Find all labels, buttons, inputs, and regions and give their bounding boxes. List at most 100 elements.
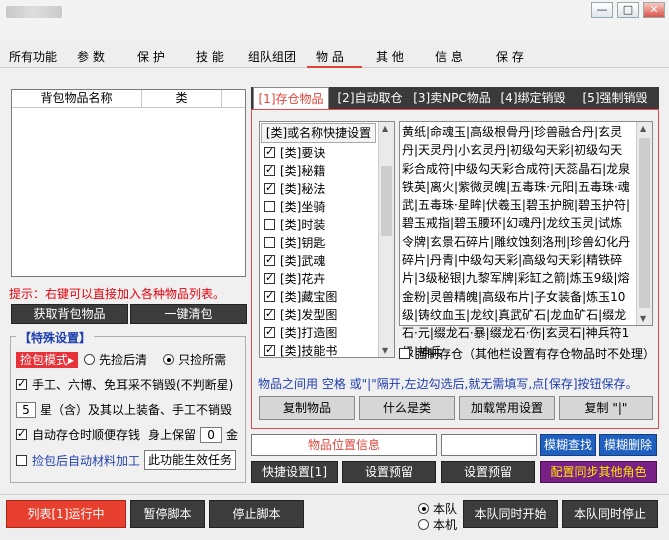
menu-item-skills[interactable]: 技 能 (196, 48, 224, 65)
fuzzy-find-button[interactable]: 模糊查找 (540, 434, 596, 456)
category-item[interactable]: [类]发型图 (260, 305, 394, 323)
category-label: [类]打造图 (280, 325, 338, 340)
category-item[interactable]: [类]钥匙 (260, 233, 394, 251)
category-checkbox[interactable] (264, 271, 275, 284)
stop-script-button[interactable]: 停止脚本 (209, 500, 304, 528)
fuzzy-delete-button[interactable]: 模糊删除 (599, 434, 657, 456)
copy-items-button[interactable]: 复制物品 (259, 396, 355, 420)
run-list-button[interactable]: 列表[1]运行中 (6, 500, 126, 528)
category-checklist[interactable]: [类]或名称快捷设置 [类]要诀 [类]秘籍 [类]秘法 [类]坐骑 [类]时装 [类]钥… (259, 121, 395, 358)
menu-item-info[interactable]: 信 息 (435, 48, 463, 65)
menu-item-protect[interactable]: 保 护 (137, 48, 165, 65)
category-item[interactable]: [类]武魂 (260, 251, 394, 269)
category-checkbox[interactable] (264, 200, 275, 212)
category-item[interactable]: [类]秘法 (260, 179, 394, 197)
bag-items-list[interactable]: 背包物品名称 类 (11, 89, 246, 277)
star-level-label: 星（含）及其以上装备、手工不销毁 (40, 403, 233, 417)
category-checkbox[interactable] (264, 236, 275, 248)
what-is-category-button[interactable]: 什么是类 (359, 396, 455, 420)
force-store-checkbox[interactable] (399, 348, 410, 359)
category-item[interactable]: [类]技能书 (260, 341, 394, 358)
category-label: [类]坐骑 (280, 199, 326, 214)
category-checkbox[interactable] (264, 325, 275, 338)
category-checkbox[interactable] (264, 307, 275, 320)
category-checkbox[interactable] (264, 163, 275, 176)
menu-item-items[interactable]: 物 品 (316, 48, 344, 65)
hand-no-destroy-checkbox[interactable] (16, 377, 27, 390)
radio-team[interactable] (418, 503, 429, 514)
maximize-button[interactable]: □ (617, 2, 639, 18)
category-item[interactable]: [类]藏宝图 (260, 287, 394, 305)
category-label: [类]技能书 (280, 343, 338, 358)
scroll-up-icon[interactable]: ▲ (640, 124, 646, 133)
tab-sell-npc[interactable]: [3]卖NPC物品 (412, 87, 492, 109)
menu-item-all-functions[interactable]: 所有功能 (9, 48, 57, 65)
store-items-textarea[interactable]: 黄纸|命魂玉|高级根骨丹|珍兽融合丹|玄灵丹|天灵丹|小玄灵丹|初级勾天彩|初级… (399, 121, 653, 359)
category-checkbox[interactable] (264, 181, 275, 194)
tab-auto-retrieve[interactable]: [2]自动取仓 (331, 87, 409, 109)
pause-script-button[interactable]: 暂停脚本 (130, 500, 205, 528)
category-scrollbar[interactable]: ▲ ▼ (378, 122, 394, 357)
category-quick-set-header[interactable]: [类]或名称快捷设置 (261, 123, 376, 143)
sync-config-button[interactable]: 配置同步其他角色 (540, 461, 657, 483)
category-scroll-thumb[interactable] (381, 166, 392, 236)
scroll-up-icon[interactable]: ▲ (382, 124, 388, 133)
team-start-button[interactable]: 本队同时开始 (463, 500, 558, 528)
special-settings-title: 【特殊设置】 (16, 329, 95, 346)
category-checkbox[interactable] (264, 218, 275, 230)
copy-separator-button[interactable]: 复制 "|" (559, 396, 653, 420)
preset-reserve-1-button[interactable]: 设置预留 (342, 461, 436, 483)
load-common-settings-button[interactable]: 加载常用设置 (459, 396, 555, 420)
category-item[interactable]: [类]要诀 (260, 143, 394, 161)
close-button[interactable]: ✕ (643, 2, 665, 18)
menu-item-other[interactable]: 其 他 (376, 48, 404, 65)
tab-bind-destroy[interactable]: [4]绑定销毁 (495, 87, 571, 109)
pick-mode-row: 捡包模式▸ 先捡后清 只捡所需 (16, 351, 226, 368)
category-item[interactable]: [类]时装 (260, 215, 394, 233)
radio-machine[interactable] (418, 519, 429, 530)
minimize-button[interactable]: — (591, 2, 613, 18)
category-label: [类]时装 (280, 217, 326, 232)
scroll-down-icon[interactable]: ▼ (382, 346, 388, 355)
radio-pick-then-clean[interactable] (84, 354, 96, 365)
scroll-down-icon[interactable]: ▼ (640, 314, 646, 323)
auto-store-money-checkbox[interactable] (16, 427, 27, 440)
menu-item-team[interactable]: 组队组团 (248, 48, 296, 65)
items-scrollbar[interactable]: ▲ ▼ (636, 122, 652, 325)
radio-machine-row: 本机 (418, 516, 457, 533)
team-stop-button[interactable]: 本队同时停止 (562, 500, 658, 528)
preset-reserve-2-button[interactable]: 设置预留 (441, 461, 535, 483)
column-header-category[interactable]: 类 (142, 90, 222, 107)
category-item[interactable]: [类]坐骑 (260, 197, 394, 215)
keep-gold-input[interactable]: 0 (200, 426, 223, 443)
category-label: [类]武魂 (280, 253, 326, 268)
column-header-item-name[interactable]: 背包物品名称 (12, 90, 142, 107)
items-scroll-thumb[interactable] (639, 138, 650, 308)
category-item[interactable]: [类]秘籍 (260, 161, 394, 179)
radio-pick-needed-only[interactable] (163, 354, 175, 365)
tab-force-destroy[interactable]: [5]强制销毁 (575, 87, 655, 109)
force-store-row: 强制存仓（其他栏设置有存仓物品时不处理） (399, 345, 655, 362)
category-item[interactable]: [类]打造图 (260, 323, 394, 341)
category-checkbox[interactable] (264, 289, 275, 302)
force-store-label: 强制存仓（其他栏设置有存仓物品时不处理） (415, 347, 656, 361)
one-click-clean-button[interactable]: 一键清包 (130, 304, 247, 324)
item-location-info: 物品位置信息 (251, 434, 437, 456)
menu-item-save[interactable]: 保 存 (496, 48, 524, 65)
category-item[interactable]: [类]花卉 (260, 269, 394, 287)
fuzzy-search-input[interactable] (441, 434, 537, 456)
radio-machine-label: 本机 (433, 518, 458, 532)
category-checkbox[interactable] (264, 145, 275, 158)
star-level-input[interactable]: 5 (16, 401, 36, 418)
get-bag-items-button[interactable]: 获取背包物品 (11, 304, 128, 324)
category-checkbox[interactable] (264, 343, 275, 356)
tab-store-items[interactable]: [1]存仓物品 (253, 87, 329, 109)
window-controls: — □ ✕ (591, 2, 665, 18)
material-process-checkbox[interactable] (16, 454, 27, 466)
quick-settings-button[interactable]: 快捷设置[1] (251, 461, 338, 483)
active-menu-indicator (307, 66, 362, 68)
effective-task-button[interactable]: 此功能生效任务 (144, 450, 237, 470)
triangle-right-icon: ▸ (68, 352, 75, 367)
category-checkbox[interactable] (264, 253, 275, 266)
menu-item-params[interactable]: 参 数 (77, 48, 105, 65)
